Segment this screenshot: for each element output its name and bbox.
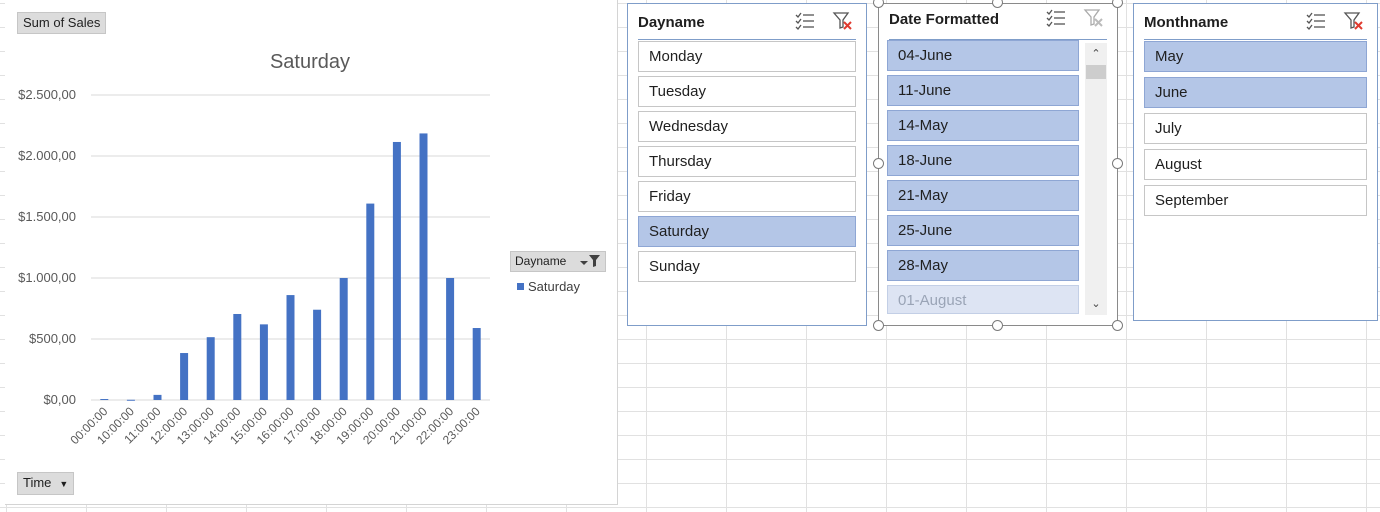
time-field-label: Time bbox=[23, 475, 52, 490]
y-tick-label: $2.000,00 bbox=[18, 148, 76, 163]
bar-17-00-00[interactable] bbox=[313, 309, 322, 400]
dayname-legend-field-button[interactable]: Dayname bbox=[510, 251, 606, 272]
bar-11-00-00[interactable] bbox=[153, 394, 162, 400]
slicer-title: Date Formatted bbox=[889, 11, 1000, 28]
bar-18-00-00[interactable] bbox=[339, 278, 348, 400]
filter-applied-icon bbox=[579, 254, 601, 269]
slicer-header: Dayname bbox=[638, 4, 856, 40]
slicer-item-tuesday[interactable]: Tuesday bbox=[638, 76, 856, 107]
slicer-item-august[interactable]: August bbox=[1144, 149, 1367, 180]
y-axis: $0,00 $500,00 $1.000,00 $1.500,00 $2.000,00 $… bbox=[18, 87, 76, 407]
slicer-item-monday[interactable]: Monday bbox=[638, 41, 856, 72]
slicer-item-25-june[interactable]: 25-June bbox=[887, 215, 1079, 246]
y-tick-label: $1.000,00 bbox=[18, 270, 76, 285]
legend-field-label: Dayname bbox=[515, 254, 567, 268]
y-tick-label: $500,00 bbox=[29, 331, 76, 346]
multi-select-icon[interactable] bbox=[794, 10, 816, 32]
resize-handle[interactable] bbox=[873, 320, 884, 331]
slicer-item-04-june[interactable]: 04-June bbox=[887, 40, 1079, 71]
date-formatted-slicer[interactable]: Date Formatted 04-June 11-June 14-May 18-Ju… bbox=[878, 3, 1118, 326]
y-tick-label: $2.500,00 bbox=[18, 87, 76, 102]
slicer-item-18-june[interactable]: 18-June bbox=[887, 145, 1079, 176]
scroll-down-icon[interactable]: ⌄ bbox=[1085, 295, 1107, 313]
clear-filter-icon[interactable] bbox=[1343, 10, 1365, 32]
slicer-item-june[interactable]: June bbox=[1144, 77, 1367, 108]
time-axis-field-button[interactable]: Time ▼ bbox=[17, 472, 75, 495]
bar-16-00-00[interactable] bbox=[286, 295, 295, 400]
slicer-item-11-june[interactable]: 11-June bbox=[887, 75, 1079, 106]
slicer-item-28-may[interactable]: 28-May bbox=[887, 250, 1079, 281]
resize-handle[interactable] bbox=[1112, 0, 1123, 8]
y-tick-label: $0,00 bbox=[43, 392, 76, 407]
bar-13-00-00[interactable] bbox=[206, 337, 215, 400]
slicer-scrollbar[interactable]: ⌃ ⌄ bbox=[1085, 43, 1107, 315]
chart-bars bbox=[100, 133, 481, 401]
resize-handle[interactable] bbox=[873, 158, 884, 169]
x-axis: 00:00:0010:00:0011:00:0012:00:0013:00:00… bbox=[67, 404, 483, 447]
slicer-item-september[interactable]: September bbox=[1144, 185, 1367, 216]
slicer-item-thursday[interactable]: Thursday bbox=[638, 146, 856, 177]
chart-title: Saturday bbox=[270, 51, 350, 73]
resize-handle[interactable] bbox=[1112, 320, 1123, 331]
legend-entry-label: Saturday bbox=[528, 279, 581, 294]
slicer-item-21-may[interactable]: 21-May bbox=[887, 180, 1079, 211]
legend-swatch bbox=[517, 283, 524, 290]
bar-12-00-00[interactable] bbox=[180, 353, 189, 400]
multi-select-icon[interactable] bbox=[1305, 10, 1327, 32]
bar-15-00-00[interactable] bbox=[259, 324, 268, 400]
slicer-item-01-august[interactable]: 01-August bbox=[887, 285, 1079, 314]
slicer-item-wednesday[interactable]: Wednesday bbox=[638, 111, 856, 142]
bar-10-00-00[interactable] bbox=[126, 399, 135, 401]
bar-22-00-00[interactable] bbox=[446, 278, 455, 400]
monthname-slicer[interactable]: Monthname May June July August September bbox=[1133, 3, 1378, 321]
slicer-item-sunday[interactable]: Sunday bbox=[638, 251, 856, 282]
dropdown-arrow-icon: ▼ bbox=[59, 478, 69, 489]
dayname-slicer[interactable]: Dayname Monday Tuesday Wednesday Thursday Fr… bbox=[627, 3, 867, 326]
bar-19-00-00[interactable] bbox=[366, 203, 375, 400]
slicer-title: Monthname bbox=[1144, 14, 1229, 31]
resize-handle[interactable] bbox=[992, 320, 1003, 331]
scroll-thumb[interactable] bbox=[1086, 65, 1106, 79]
clear-filter-icon bbox=[1083, 7, 1105, 29]
bar-23-00-00[interactable] bbox=[472, 328, 481, 400]
resize-handle[interactable] bbox=[1112, 158, 1123, 169]
bar-00-00-00[interactable] bbox=[100, 399, 109, 401]
slicer-header: Monthname bbox=[1144, 4, 1367, 40]
slicer-item-friday[interactable]: Friday bbox=[638, 181, 856, 212]
clear-filter-icon[interactable] bbox=[832, 10, 854, 32]
slicer-item-14-may[interactable]: 14-May bbox=[887, 110, 1079, 141]
bar-14-00-00[interactable] bbox=[233, 313, 242, 400]
scroll-up-icon[interactable]: ⌃ bbox=[1085, 45, 1107, 63]
y-tick-label: $1.500,00 bbox=[18, 209, 76, 224]
slicer-header: Date Formatted bbox=[889, 4, 1107, 40]
legend-entry-saturday: Saturday bbox=[517, 279, 580, 294]
bar-20-00-00[interactable] bbox=[392, 141, 401, 400]
bar-21-00-00[interactable] bbox=[419, 133, 428, 400]
slicer-title: Dayname bbox=[638, 14, 705, 31]
slicer-item-july[interactable]: July bbox=[1144, 113, 1367, 144]
slicer-item-saturday[interactable]: Saturday bbox=[638, 216, 856, 247]
multi-select-icon[interactable] bbox=[1045, 7, 1067, 29]
slicer-item-may[interactable]: May bbox=[1144, 41, 1367, 72]
